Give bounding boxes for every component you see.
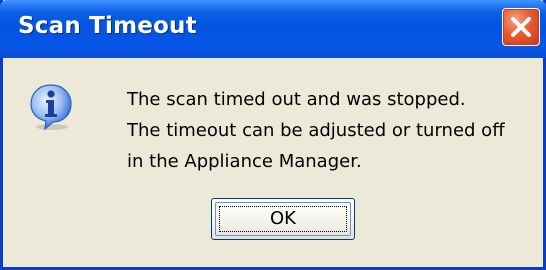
message-line: The scan timed out and was stopped. [127, 89, 466, 110]
dialog-title: Scan Timeout [18, 13, 197, 39]
dialog-window: Scan Timeout The scan timed out and was … [0, 0, 546, 270]
message-text: The scan timed out and was stopped. The … [127, 84, 505, 177]
title-bar[interactable]: Scan Timeout [0, 0, 546, 58]
message-line: in the Appliance Manager. [127, 151, 362, 172]
close-button[interactable] [502, 8, 540, 46]
message-line: The timeout can be adjusted or turned of… [127, 120, 505, 141]
ok-button[interactable]: OK [211, 198, 355, 240]
information-icon [27, 83, 75, 131]
close-icon [511, 17, 531, 37]
ok-button-label: OK [270, 208, 296, 229]
